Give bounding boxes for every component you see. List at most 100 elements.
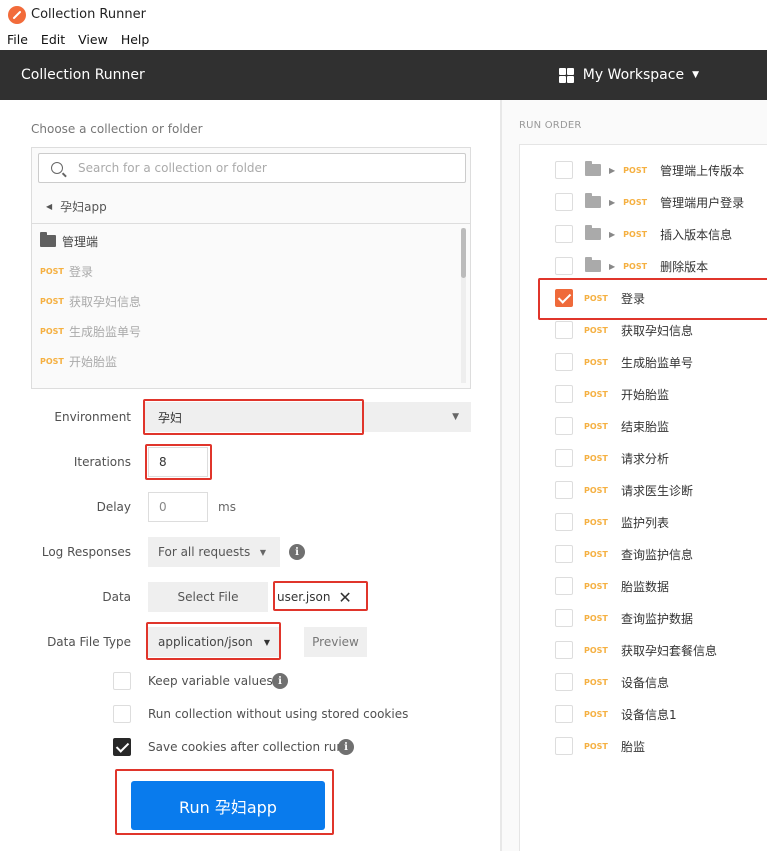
method-badge: POST [584,389,608,399]
title-bar: Collection Runner [0,0,767,29]
run-order-checkbox[interactable] [555,737,573,755]
postman-logo-icon [8,5,26,24]
run-order-checkbox[interactable] [555,577,573,595]
method-badge: POST [584,709,608,719]
run-order-item[interactable]: POST 查询监护信息 [520,538,767,570]
request-name: 请求分析 [621,451,670,466]
run-order-checkbox[interactable] [555,641,573,659]
run-order-checkbox[interactable] [555,705,573,723]
request-item[interactable]: POST 获取孕妇信息 [32,286,470,316]
menu-file[interactable]: File [0,32,34,47]
workspace-switcher[interactable]: My Workspace ▼ [558,67,699,83]
run-order-item[interactable]: POST 开始胎监 [520,378,767,410]
method-badge: POST [584,453,608,463]
run-order-item[interactable]: POST 生成胎监单号 [520,346,767,378]
folder-item[interactable]: 管理端 [32,226,470,256]
request-name: 设备信息 [621,675,670,690]
method-badge: POST [623,197,648,207]
menu-help[interactable]: Help [114,32,156,47]
run-order-list: ▶ POST 管理端上传版本 ▶ POST 管理端用户登录 ▶ POST 插入版本信息 ▶ POST… [519,144,767,851]
breadcrumb-label: 孕妇app [60,200,107,214]
run-order-item[interactable]: POST 结束胎监 [520,410,767,442]
request-name: 生成胎监单号 [621,355,694,370]
expand-triangle-icon[interactable]: ▶ [609,230,615,239]
run-order-checkbox[interactable] [555,481,573,499]
run-order-item[interactable]: POST 设备信息1 [520,698,767,730]
run-order-checkbox[interactable] [555,417,573,435]
run-order-item[interactable]: ▶ POST 管理端上传版本 [520,154,767,186]
method-badge: POST [40,356,64,366]
no-cookies-checkbox[interactable] [113,705,131,723]
run-order-checkbox[interactable] [555,257,573,275]
method-badge: POST [40,266,64,276]
menu-edit[interactable]: Edit [34,32,71,47]
keep-variable-checkbox[interactable] [113,672,131,690]
folder-icon [585,161,601,176]
search-input[interactable] [78,161,438,175]
request-name: 获取孕妇套餐信息 [621,643,718,658]
breadcrumb[interactable]: ◀ 孕妇app [32,190,470,224]
log-responses-select[interactable]: For all requests ▼ [148,537,280,567]
caret-down-icon: ▼ [452,412,459,422]
method-badge: POST [40,326,64,336]
run-order-item[interactable]: POST 监护列表 [520,506,767,538]
method-badge: POST [584,517,608,527]
delay-input[interactable]: 0 [148,492,208,522]
run-order-item[interactable]: POST 设备信息 [520,666,767,698]
run-order-checkbox[interactable] [555,513,573,531]
run-order-checkbox[interactable] [555,353,573,371]
run-order-checkbox[interactable] [555,193,573,211]
request-name: 胎监数据 [621,579,670,594]
request-name: 请求医生诊断 [621,483,694,498]
run-order-checkbox[interactable] [555,449,573,467]
scrollbar-thumb[interactable] [461,228,466,278]
log-responses-label: Log Responses [41,545,131,559]
choose-label: Choose a collection or folder [31,122,203,136]
highlight-box [538,278,767,320]
run-order-checkbox[interactable] [555,545,573,563]
run-order-checkbox[interactable] [555,225,573,243]
method-badge: POST [584,357,608,367]
method-badge: POST [623,261,648,271]
run-order-item[interactable]: POST 胎监 [520,730,767,762]
preview-button[interactable]: Preview [304,627,367,657]
save-cookies-checkbox[interactable] [113,738,131,756]
select-file-button[interactable]: Select File [148,582,268,612]
data-label: Data [102,590,131,604]
expand-triangle-icon[interactable]: ▶ [609,262,615,271]
delay-unit: ms [218,500,236,514]
run-order-item[interactable]: POST 请求分析 [520,442,767,474]
menu-view[interactable]: View [71,32,114,47]
run-order-item[interactable]: POST 请求医生诊断 [520,474,767,506]
run-order-checkbox[interactable] [555,321,573,339]
expand-triangle-icon[interactable]: ▶ [609,166,615,175]
run-order-item[interactable]: ▶ POST 管理端用户登录 [520,186,767,218]
run-order-item[interactable]: ▶ POST 插入版本信息 [520,218,767,250]
run-order-item[interactable]: POST 查询监护数据 [520,602,767,634]
info-icon[interactable]: i [338,739,354,755]
expand-triangle-icon[interactable]: ▶ [609,198,615,207]
method-badge: POST [584,485,608,495]
folder-icon [585,225,601,240]
request-item[interactable]: POST 登录 [32,256,470,286]
info-icon[interactable]: i [272,673,288,689]
method-badge: POST [584,325,608,335]
run-order-checkbox[interactable] [555,385,573,403]
method-badge: POST [584,549,608,559]
highlight-box [115,769,334,835]
environment-label: Environment [54,410,131,424]
run-order-checkbox[interactable] [555,609,573,627]
run-order-checkbox[interactable] [555,673,573,691]
request-item[interactable]: POST 生成胎监单号 [32,316,470,346]
collection-search[interactable] [38,153,466,183]
request-name: 胎监 [621,739,646,754]
run-order-checkbox[interactable] [555,161,573,179]
request-name: 生成胎监单号 [69,324,142,339]
collection-chooser: ◀ 孕妇app 管理端 POST 登录 POST 获取孕妇信息 POST 生成胎… [31,147,471,389]
request-item[interactable]: POST 开始胎监 [32,346,470,376]
method-badge: POST [584,645,608,655]
info-icon[interactable]: i [289,544,305,560]
run-order-item[interactable]: POST 获取孕妇套餐信息 [520,634,767,666]
method-badge: POST [584,421,608,431]
run-order-item[interactable]: POST 胎监数据 [520,570,767,602]
